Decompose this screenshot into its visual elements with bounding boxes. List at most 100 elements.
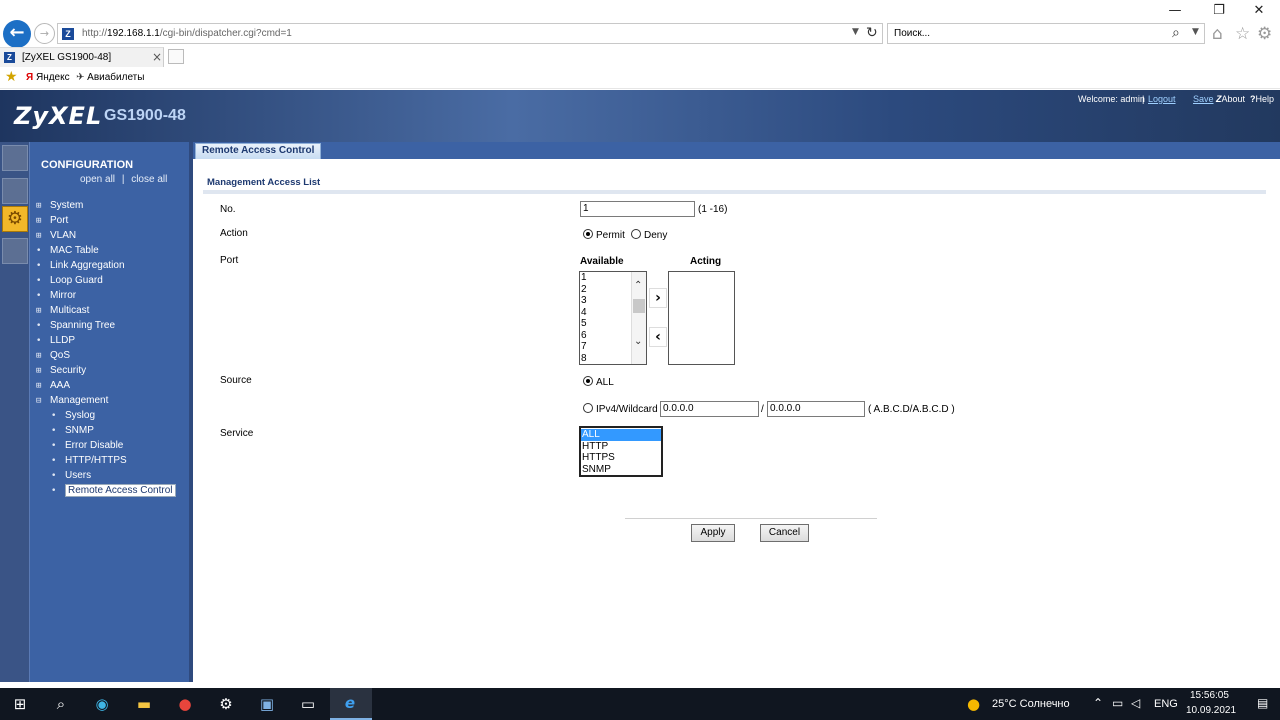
terminal-icon[interactable]: ▭ — [297, 693, 319, 715]
sidebar-item-link-aggregation[interactable]: • Link Aggregation — [36, 260, 125, 273]
remote-desktop-icon[interactable]: ▣ — [256, 693, 278, 715]
source-ipv4-radio[interactable] — [583, 403, 593, 413]
sidebar-item-management[interactable]: ⊟ Management — [36, 395, 108, 408]
new-tab-button[interactable] — [168, 49, 184, 64]
settings-gear-icon[interactable]: ⚙ — [1257, 24, 1272, 44]
ports-scrollbar[interactable]: ⌃ ⌄ — [631, 272, 646, 364]
configuration-gear-icon[interactable]: ⚙ — [2, 206, 28, 232]
device-model: GS1900-48 — [104, 107, 186, 124]
sidebar-item-system[interactable]: ⊞ System — [36, 200, 83, 213]
browser-tab[interactable]: Z [ZyXEL GS1900-48] × — [0, 47, 164, 67]
favorites-add-icon[interactable]: ★ — [5, 69, 18, 85]
about-link[interactable]: ZAbout — [1216, 94, 1245, 104]
search-icon[interactable]: ⌕ — [1172, 25, 1180, 41]
search-input[interactable]: Поиск... ⌕ ▼ — [887, 23, 1205, 44]
sidebar-item-spanning-tree[interactable]: • Spanning Tree — [36, 320, 115, 333]
list-item[interactable]: HTTPS — [581, 452, 661, 464]
sidebar-item-loop-guard[interactable]: • Loop Guard — [36, 275, 103, 288]
address-bar[interactable]: Z http://192.168.1.1/cgi-bin/dispatcher.… — [57, 23, 883, 44]
expand-icon: ⊞ — [36, 306, 42, 316]
sidebar-item-port[interactable]: ⊞ Port — [36, 215, 68, 228]
settings-gear-icon[interactable]: ⚙ — [215, 693, 237, 715]
sidebar-subitem-http-https[interactable]: • HTTP/HTTPS — [51, 455, 127, 468]
sidebar-item-vlan[interactable]: ⊞ VLAN — [36, 230, 76, 243]
weather-text[interactable]: 25°C Солнечно — [992, 698, 1070, 710]
no-input[interactable]: 1 — [580, 201, 695, 217]
sidebar-item-security[interactable]: ⊞ Security — [36, 365, 86, 378]
help-link[interactable]: ?Help — [1250, 94, 1274, 104]
maximize-button[interactable]: ❐ — [1204, 2, 1234, 20]
permit-radio[interactable] — [583, 229, 593, 239]
battery-icon[interactable]: ▭ — [1112, 696, 1123, 710]
close-tab-icon[interactable]: × — [152, 50, 162, 64]
refresh-icon[interactable]: ↻ — [866, 25, 878, 41]
favorite-yandex[interactable]: Я Яндекс — [26, 72, 70, 83]
monitor-mode-icon[interactable] — [2, 145, 28, 171]
status-mode-icon[interactable] — [2, 178, 28, 204]
back-arrow-icon[interactable]: ← — [3, 20, 31, 48]
search-dropdown-icon[interactable]: ▼ — [1192, 27, 1199, 37]
sidebar-subitem-users[interactable]: • Users — [51, 470, 91, 483]
ip-address-input[interactable]: 0.0.0.0 — [660, 401, 759, 417]
clock-time[interactable]: 15:56:05 — [1190, 690, 1229, 701]
sidebar-subitem-error-disable[interactable]: • Error Disable — [51, 440, 123, 453]
internet-explorer-taskbar-button[interactable]: e — [330, 688, 372, 720]
scroll-up-icon[interactable]: ⌃ — [634, 280, 642, 291]
save-link[interactable]: Save — [1193, 94, 1214, 104]
favorites-star-icon[interactable]: ☆ — [1235, 24, 1250, 44]
sidebar-subitem-syslog[interactable]: • Syslog — [51, 410, 95, 423]
language-indicator[interactable]: ENG — [1154, 698, 1178, 710]
minimize-button[interactable]: — — [1160, 2, 1190, 20]
favorite-aviabilety[interactable]: ✈ Авиабилеты — [76, 72, 144, 83]
tab-remote-access-control[interactable]: Remote Access Control — [195, 143, 322, 159]
bullet-icon: • — [51, 411, 57, 421]
service-list[interactable]: ALL HTTP HTTPS SNMP — [579, 426, 663, 477]
list-item[interactable]: HTTP — [581, 441, 661, 453]
home-icon[interactable]: ⌂ — [1212, 24, 1223, 44]
scroll-down-icon[interactable]: ⌄ — [634, 336, 642, 347]
sidebar-item-mirror[interactable]: • Mirror — [36, 290, 76, 303]
sidebar-item-qos[interactable]: ⊞ QoS — [36, 350, 70, 363]
move-right-button[interactable]: › — [649, 288, 667, 308]
list-item[interactable]: ALL — [581, 429, 661, 441]
close-window-button[interactable]: ✕ — [1244, 2, 1274, 20]
clock-date[interactable]: 10.09.2021 — [1186, 705, 1236, 716]
file-explorer-icon[interactable]: ▬ — [133, 693, 155, 715]
windows-taskbar: ⊞ ⌕ ◉ ▬ ● ⚙ ▣ ▭ e ● 25°C Солнечно ⌃ ▭ ◁ … — [0, 688, 1280, 720]
sidebar-subitem-remote-access-control[interactable]: • Remote Access Control — [51, 484, 176, 498]
address-bar-row: ← → Z http://192.168.1.1/cgi-bin/dispatc… — [0, 20, 1280, 48]
search-icon[interactable]: ⌕ — [50, 693, 72, 715]
chevron-up-icon[interactable]: ⌃ — [1093, 696, 1103, 710]
sidebar-item-aaa[interactable]: ⊞ AAA — [36, 380, 70, 393]
cancel-button[interactable]: Cancel — [760, 524, 809, 542]
zyxel-tab-icon: Z — [4, 52, 15, 63]
expand-icon: ⊞ — [36, 381, 42, 391]
volume-icon[interactable]: ◁ — [1131, 696, 1140, 710]
edge-browser-icon[interactable]: ◉ — [91, 693, 113, 715]
wildcard-input[interactable]: 0.0.0.0 — [767, 401, 865, 417]
move-left-button[interactable]: ‹ — [649, 327, 667, 347]
forward-arrow-icon[interactable]: → — [34, 23, 55, 44]
acting-ports-list[interactable] — [668, 271, 735, 365]
close-all-link[interactable]: close all — [131, 174, 167, 185]
open-all-link[interactable]: open all — [80, 174, 115, 185]
sidebar-subitem-snmp[interactable]: • SNMP — [51, 425, 94, 438]
url-dropdown-icon[interactable]: ▼ — [852, 27, 859, 37]
bullet-icon: • — [36, 336, 42, 346]
sidebar-item-multicast[interactable]: ⊞ Multicast — [36, 305, 89, 318]
deny-radio[interactable] — [631, 229, 641, 239]
maintenance-mode-icon[interactable] — [2, 238, 28, 264]
apply-button[interactable]: Apply — [691, 524, 735, 542]
logout-link[interactable]: Logout — [1148, 94, 1176, 104]
available-ports-list[interactable]: 1 2 3 4 5 6 7 8 ⌃ ⌄ — [579, 271, 647, 365]
notifications-icon[interactable]: ▤ — [1257, 696, 1268, 710]
welcome-text: Welcome: admin — [1078, 94, 1145, 104]
windows-start-icon[interactable]: ⊞ — [9, 693, 31, 715]
list-item[interactable]: SNMP — [581, 464, 661, 476]
source-all-radio[interactable] — [583, 376, 593, 386]
chrome-icon[interactable]: ● — [174, 693, 196, 715]
scroll-thumb[interactable] — [633, 299, 645, 313]
weather-sun-icon[interactable]: ● — [967, 695, 980, 713]
sidebar-item-mac-table[interactable]: • MAC Table — [36, 245, 99, 258]
sidebar-item-lldp[interactable]: • LLDP — [36, 335, 75, 348]
